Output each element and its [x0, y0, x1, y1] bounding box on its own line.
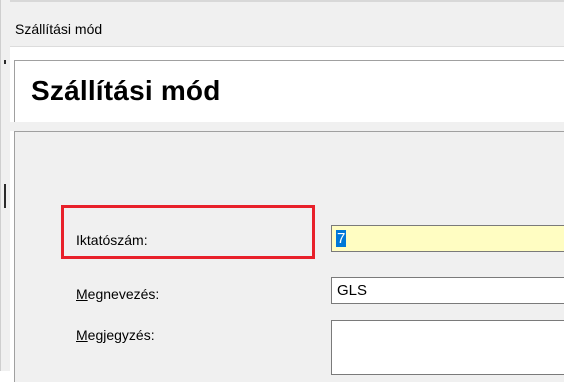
iktatoszam-value: 7	[336, 230, 347, 247]
separator-band	[10, 122, 564, 131]
megnevezes-label-mnemonic: M	[76, 286, 88, 302]
page-title: Szállítási mód	[31, 75, 221, 106]
title-bar[interactable]: Szállítási mód	[10, 2, 564, 47]
megnevezes-label: Megnevezés:	[76, 286, 159, 302]
megnevezes-field[interactable]: GLS	[331, 277, 564, 304]
megjegyzes-label-mnemonic: M	[76, 327, 88, 343]
edge-mark	[4, 184, 6, 208]
megjegyzes-field[interactable]	[331, 320, 564, 375]
megjegyzes-label: Megjegyzés:	[76, 327, 155, 343]
iktatoszam-label: Iktatószám:	[76, 232, 148, 248]
megnevezes-value: GLS	[337, 282, 368, 299]
header-panel: Szállítási mód	[14, 60, 564, 123]
iktatoszam-field[interactable]: 7	[331, 225, 564, 252]
megjegyzes-label-rest: egjegyzés:	[87, 327, 155, 343]
left-window-edge	[0, 0, 10, 371]
edge-mark	[4, 60, 6, 64]
window-border	[0, 0, 1, 371]
window-title: Szállítási mód	[15, 21, 103, 37]
megnevezes-label-rest: egnevezés:	[87, 286, 160, 302]
